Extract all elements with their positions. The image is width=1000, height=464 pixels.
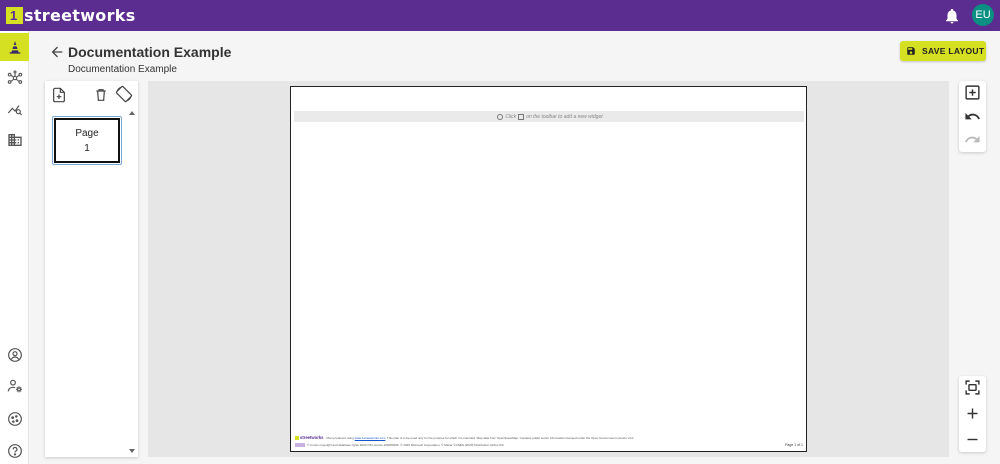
nav-item-works[interactable] bbox=[0, 33, 29, 61]
nav-item-account[interactable] bbox=[0, 341, 29, 369]
hint-suffix: on the toolbar to add a new widget bbox=[526, 113, 603, 120]
left-navigation bbox=[0, 31, 29, 464]
rotate-page-icon[interactable] bbox=[115, 85, 133, 103]
sheet-page-number: Page 1 of 1 bbox=[785, 443, 803, 447]
layout-canvas: Click on the toolbar to add a new widget… bbox=[148, 81, 949, 457]
account-icon bbox=[7, 348, 22, 362]
undo-icon[interactable] bbox=[964, 108, 981, 125]
help-icon bbox=[7, 444, 22, 458]
fit-to-screen-icon[interactable] bbox=[964, 379, 981, 396]
add-widget-hint: Click on the toolbar to add a new widget bbox=[294, 111, 804, 122]
page-title: Documentation Example bbox=[68, 44, 232, 60]
sheet-footer-line-2: © Crown copyright and database rights 20… bbox=[295, 443, 503, 447]
zoom-in-icon[interactable] bbox=[964, 405, 981, 422]
save-icon bbox=[907, 47, 915, 55]
footer-copyright: © Crown copyright and database rights 20… bbox=[307, 443, 504, 447]
nav-item-analytics[interactable] bbox=[0, 95, 29, 123]
user-avatar[interactable]: EU bbox=[972, 4, 994, 26]
add-widget-icon[interactable] bbox=[964, 84, 981, 101]
add-widget-icon bbox=[518, 113, 525, 120]
scroll-up-arrow[interactable] bbox=[129, 111, 135, 115]
page-thumbnail-number: 1 bbox=[84, 142, 90, 154]
add-page-icon[interactable] bbox=[51, 87, 67, 103]
hint-prefix: Click bbox=[505, 113, 517, 120]
cookie-icon bbox=[7, 412, 22, 426]
top-bar: 1 streetworks EU bbox=[0, 0, 1000, 31]
footer-text-a: Plan produced using bbox=[326, 435, 354, 440]
save-layout-button[interactable]: SAVE LAYOUT bbox=[900, 41, 986, 61]
scroll-down-arrow[interactable] bbox=[129, 449, 135, 453]
redo-icon[interactable] bbox=[964, 131, 981, 148]
footer-text-b: . This plan is to be used only for the p… bbox=[385, 435, 635, 440]
footer-link[interactable]: www.1streetworks.com bbox=[355, 436, 386, 440]
sheet-footer-line-1: streetworks Plan produced using www.1str… bbox=[295, 435, 634, 440]
nav-item-cookies[interactable] bbox=[0, 405, 29, 433]
footer-logo: streetworks bbox=[295, 435, 324, 440]
logo-text: streetworks bbox=[24, 6, 136, 25]
nav-item-network[interactable] bbox=[0, 64, 29, 92]
page-thumbnail-label: Page bbox=[75, 127, 99, 139]
page-subtitle: Documentation Example bbox=[68, 64, 177, 75]
nav-item-buildings[interactable] bbox=[0, 126, 29, 154]
save-layout-label: SAVE LAYOUT bbox=[922, 46, 985, 56]
delete-page-icon[interactable] bbox=[93, 87, 109, 103]
zoom-toolbar bbox=[959, 376, 986, 452]
back-arrow-icon[interactable] bbox=[49, 44, 65, 60]
analytics-icon bbox=[7, 105, 22, 116]
logo-mark: 1 bbox=[6, 7, 23, 24]
info-icon bbox=[497, 113, 504, 120]
widget-toolbar bbox=[959, 81, 986, 152]
user-settings-icon bbox=[7, 379, 22, 393]
layout-sheet[interactable]: Click on the toolbar to add a new widget… bbox=[290, 86, 807, 452]
nav-item-help[interactable] bbox=[0, 437, 29, 464]
page-thumbnail-inner: Page 1 bbox=[54, 118, 120, 163]
buildings-icon bbox=[7, 134, 22, 146]
page-thumbnail[interactable]: Page 1 bbox=[52, 116, 122, 165]
nav-item-user-settings[interactable] bbox=[0, 372, 29, 400]
network-icon bbox=[7, 70, 22, 84]
zoom-out-icon[interactable] bbox=[964, 431, 981, 448]
traffic-cone-icon bbox=[9, 41, 20, 54]
pages-panel: Page 1 bbox=[45, 81, 138, 457]
bell-icon[interactable] bbox=[943, 7, 961, 25]
os-logo bbox=[295, 443, 305, 447]
app-logo[interactable]: 1 streetworks bbox=[6, 6, 136, 25]
